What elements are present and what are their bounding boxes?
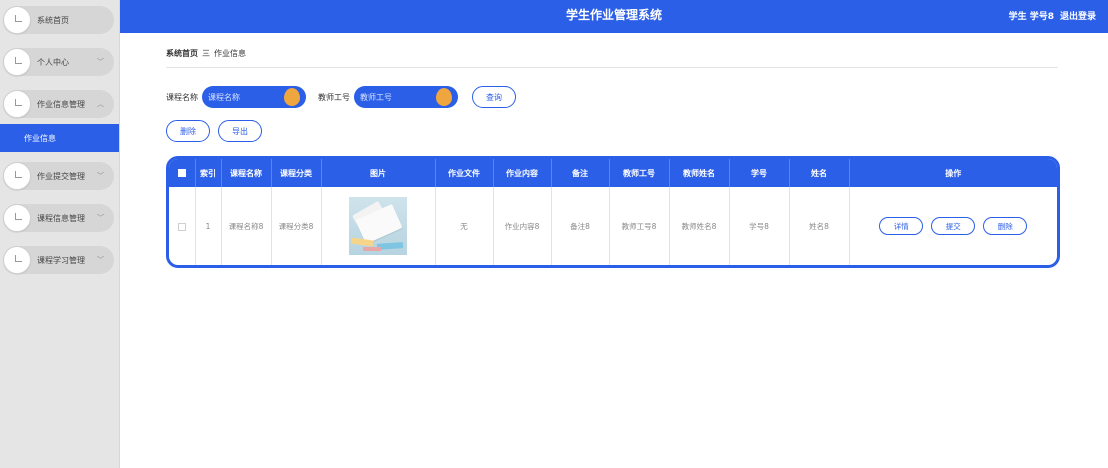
- cell-teacher-id: 教师工号8: [609, 187, 670, 265]
- row-checkbox[interactable]: [177, 222, 186, 231]
- cell-index: 1: [195, 187, 222, 265]
- header-user-area: 学生 学号8 退出登录: [1009, 9, 1096, 22]
- column-header: 学号: [729, 159, 790, 187]
- chevron-down-icon: ﹀: [97, 256, 104, 264]
- column-header: 教师姓名: [669, 159, 730, 187]
- column-header: 图片: [321, 159, 436, 187]
- sidebar-item-label: 课程学习管理: [37, 255, 85, 265]
- chevron-down-icon: ﹀: [97, 214, 104, 222]
- sidebar-item-homework-info-management[interactable]: 作业信息管理 ︿: [3, 90, 114, 118]
- course-name-input[interactable]: [208, 90, 278, 104]
- column-header: 课程名称: [221, 159, 272, 187]
- column-header: 操作: [849, 159, 1057, 187]
- folder-icon: [3, 246, 31, 274]
- row-delete-button[interactable]: 删除: [983, 217, 1028, 235]
- table-header-row: 索引 课程名称 课程分类 图片 作业文件 作业内容 备注 教师工号 教师姓名 学…: [169, 159, 1057, 187]
- home-icon: [3, 6, 31, 34]
- select-all-cell: [169, 159, 196, 187]
- sidebar-subitem-homework-info[interactable]: 作业信息: [0, 124, 119, 152]
- sidebar-item-label: 课程信息管理: [37, 213, 85, 223]
- query-button[interactable]: 查询: [472, 86, 516, 108]
- teacher-id-input[interactable]: [360, 90, 430, 104]
- breadcrumb-current: 作业信息: [214, 49, 246, 58]
- app-title: 学生作业管理系统: [565, 8, 662, 22]
- sidebar-item-home[interactable]: 系统首页: [3, 6, 114, 34]
- sidebar-item-course-info-management[interactable]: 课程信息管理 ﹀: [3, 204, 114, 232]
- pill-knob-icon: [284, 88, 300, 106]
- sidebar-item-label: 作业提交管理: [37, 171, 85, 181]
- export-button[interactable]: 导出: [218, 120, 262, 142]
- sidebar-item-label: 系统首页: [37, 15, 69, 25]
- top-header: 学生作业管理系统 学生 学号8 退出登录: [120, 0, 1108, 33]
- cell-image: [321, 187, 436, 265]
- chevron-down-icon: ﹀: [97, 58, 104, 66]
- column-header: 作业文件: [435, 159, 494, 187]
- current-user: 学生 学号8: [1008, 12, 1054, 22]
- folder-icon: [3, 90, 31, 118]
- submit-button[interactable]: 提交: [931, 217, 976, 235]
- column-header: 索引: [195, 159, 222, 187]
- sidebar-item-personal-center[interactable]: 个人中心 ﹀: [3, 48, 114, 76]
- cell-teacher-name: 教师姓名8: [669, 187, 730, 265]
- teacher-id-field: [354, 86, 458, 108]
- pill-knob-icon: [436, 88, 452, 106]
- column-header: 课程分类: [271, 159, 322, 187]
- sidebar-item-label: 个人中心: [37, 57, 69, 67]
- cell-content: 作业内容8: [493, 187, 552, 265]
- cell-course-category: 课程分类8: [271, 187, 322, 265]
- column-header: 教师工号: [609, 159, 670, 187]
- chevron-down-icon: ﹀: [97, 172, 104, 180]
- cell-student-id: 学号8: [729, 187, 790, 265]
- chevron-up-icon: ︿: [97, 100, 104, 108]
- search-bar: 课程名称 教师工号 查询: [166, 86, 516, 108]
- cell-name: 姓名8: [789, 187, 850, 265]
- select-all-checkbox[interactable]: [177, 169, 186, 177]
- action-bar: 删除 导出: [166, 120, 262, 142]
- table-row: 1 课程名称8 课程分类8 无 作业内容8 备注8 教师工号8 教师姓名8 学号…: [169, 187, 1057, 265]
- cell-remark: 备注8: [551, 187, 610, 265]
- course-name-label: 课程名称: [166, 92, 198, 102]
- breadcrumb: 系统首页 三 作业信息: [166, 48, 246, 59]
- cell-file: 无: [435, 187, 494, 265]
- teacher-id-label: 教师工号: [318, 92, 350, 102]
- column-header: 备注: [551, 159, 610, 187]
- breadcrumb-divider: [166, 67, 1058, 68]
- sidebar-item-label: 作业信息管理: [37, 99, 85, 109]
- sidebar: 系统首页 个人中心 ﹀ 作业信息管理 ︿ 作业信息 作业提交管理 ﹀ 课程信息管…: [0, 0, 120, 468]
- logout-link[interactable]: 退出登录: [1060, 9, 1096, 22]
- folder-icon: [3, 162, 31, 190]
- sidebar-item-submission-management[interactable]: 作业提交管理 ﹀: [3, 162, 114, 190]
- row-select-cell: [169, 187, 196, 265]
- sidebar-item-course-study-management[interactable]: 课程学习管理 ﹀: [3, 246, 114, 274]
- homework-image: [349, 197, 407, 255]
- cell-course-name: 课程名称8: [221, 187, 272, 265]
- course-name-field: [202, 86, 306, 108]
- breadcrumb-home[interactable]: 系统首页: [166, 48, 198, 59]
- column-header: 姓名: [789, 159, 850, 187]
- user-icon: [3, 48, 31, 76]
- detail-button[interactable]: 详情: [879, 217, 924, 235]
- breadcrumb-separator: 三: [202, 49, 210, 58]
- folder-icon: [3, 204, 31, 232]
- column-header: 作业内容: [493, 159, 552, 187]
- cell-operations: 详情 提交 删除: [849, 187, 1057, 265]
- delete-button[interactable]: 删除: [166, 120, 210, 142]
- homework-table: 索引 课程名称 课程分类 图片 作业文件 作业内容 备注 教师工号 教师姓名 学…: [166, 156, 1060, 268]
